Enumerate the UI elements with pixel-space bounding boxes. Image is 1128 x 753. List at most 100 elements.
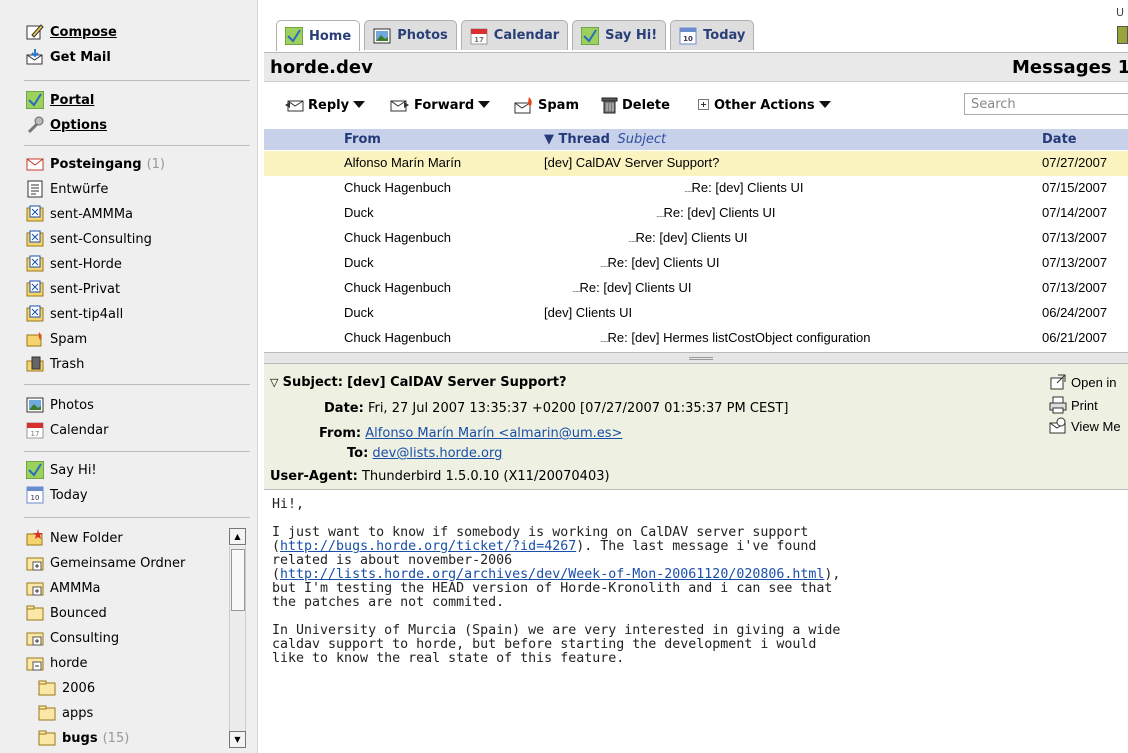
folder-sent-consulting[interactable]: sent-Consulting: [26, 229, 152, 249]
thread-indent-marker: .....: [656, 209, 664, 219]
compose-link[interactable]: Compose: [26, 22, 117, 42]
tab-home[interactable]: Home: [276, 20, 361, 51]
body-line: caldav support to horde, but before star…: [272, 637, 817, 652]
calendar-icon: 17: [470, 27, 488, 45]
get-mail-link[interactable]: Get Mail: [26, 47, 111, 67]
folder-icon: [38, 729, 56, 747]
scroll-thumb[interactable]: [231, 549, 245, 611]
tab-calendar[interactable]: 17 Calendar: [460, 20, 569, 50]
pane-splitter[interactable]: [264, 352, 1128, 364]
app-calendar[interactable]: 17 Calendar: [26, 420, 108, 440]
message-subject: [dev] Clients UI: [544, 305, 632, 320]
folder-entwurfe[interactable]: Entwürfe: [26, 179, 108, 199]
tab-today[interactable]: 10 Today: [670, 20, 755, 50]
options-link[interactable]: Options: [26, 115, 107, 135]
message-row[interactable]: Duck [dev] Clients UI 06/24/2007: [264, 301, 1128, 326]
tree-gemeinsame-ordner[interactable]: Gemeinsame Ordner: [26, 553, 185, 573]
thread-indent-marker: .....: [572, 284, 580, 294]
message-row[interactable]: Chuck Hagenbuch .....Re: [dev] Clients UI…: [264, 276, 1128, 301]
folder-scrollbar[interactable]: ▲ ▼: [229, 528, 246, 748]
delete-button[interactable]: Delete: [600, 94, 670, 116]
folder-icon: [26, 604, 44, 622]
folder-icon: [38, 704, 56, 722]
message-subject-text: [dev] Clients UI: [544, 305, 633, 320]
spam-button[interactable]: Spam: [514, 94, 579, 116]
forward-button[interactable]: Forward: [390, 94, 491, 116]
search-input[interactable]: [964, 93, 1128, 115]
folder-sent-horde[interactable]: sent-Horde: [26, 254, 122, 274]
sent-folder-icon: [26, 280, 44, 298]
sort-desc-icon: ▼: [544, 132, 554, 147]
tree-horde[interactable]: horde: [26, 653, 88, 673]
portal-link[interactable]: Portal: [26, 90, 94, 110]
collapse-toggle-icon[interactable]: ▽: [270, 376, 278, 389]
svg-text:10: 10: [31, 494, 40, 502]
tab-label: Calendar: [493, 28, 560, 43]
get-mail-label: Get Mail: [50, 49, 111, 65]
tree-ammma[interactable]: AMMMa: [26, 578, 101, 598]
tab-sayhi[interactable]: Say Hi!: [572, 20, 667, 50]
tree-consulting[interactable]: Consulting: [26, 628, 119, 648]
inbox-icon: [26, 155, 44, 173]
message-row[interactable]: Duck .....Re: [dev] Clients UI 07/13/2007: [264, 251, 1128, 276]
mailbox-title: horde.dev: [270, 57, 373, 78]
tree-2006[interactable]: 2006: [38, 678, 95, 698]
user-agent-value: Thunderbird 1.5.0.10 (X11/20070403): [361, 469, 610, 484]
to-label: To:: [347, 446, 369, 461]
folder-posteingang[interactable]: Posteingang (1): [26, 154, 165, 174]
message-subject-text: Re: [dev] Clients UI: [663, 205, 776, 220]
message-row[interactable]: Chuck Hagenbuch .....Re: [dev] Hermes lis…: [264, 326, 1128, 351]
folder-sent-privat[interactable]: sent-Privat: [26, 279, 120, 299]
folder-label: sent-Privat: [50, 281, 121, 297]
expand-plus-icon: [698, 99, 710, 111]
chevron-down-icon: [353, 101, 366, 109]
folder-label: Entwürfe: [50, 181, 109, 197]
reply-button[interactable]: Reply: [284, 94, 366, 116]
message-row[interactable]: Chuck Hagenbuch .....Re: [dev] Clients UI…: [264, 226, 1128, 251]
app-photos[interactable]: Photos: [26, 395, 94, 415]
message-row[interactable]: Duck .....Re: [dev] Clients UI 07/14/2007: [264, 201, 1128, 226]
view-message-action[interactable]: View Me: [1049, 417, 1121, 435]
tree-apps[interactable]: apps: [38, 703, 93, 723]
ticket-link[interactable]: http://bugs.horde.org/ticket/?id=4267: [280, 539, 576, 554]
tree-bounced[interactable]: Bounced: [26, 603, 107, 623]
column-date[interactable]: Date: [1042, 132, 1077, 147]
print-action[interactable]: Print: [1049, 396, 1098, 414]
app-sayhi[interactable]: Say Hi!: [26, 460, 97, 480]
chevron-down-icon: [818, 101, 831, 109]
message-subject: .....Re: [dev] Clients UI: [600, 255, 720, 270]
splitter-grip[interactable]: [689, 357, 713, 360]
sidebar-divider: [24, 384, 250, 385]
tree-bugs[interactable]: bugs (15): [38, 728, 129, 748]
user-agent-label: User-Agent:: [270, 469, 358, 484]
sidebar-divider: [24, 517, 250, 518]
tab-photos[interactable]: Photos: [364, 20, 457, 50]
app-today[interactable]: 10 Today: [26, 485, 88, 505]
other-actions-button[interactable]: Other Actions: [698, 94, 831, 116]
folder-sent-ammma[interactable]: sent-AMMMa: [26, 204, 133, 224]
thread-indent-marker: .....: [600, 259, 608, 269]
open-in-window-action[interactable]: Open in: [1049, 373, 1117, 391]
portal-label: Portal: [50, 92, 95, 108]
column-subject-label[interactable]: Subject: [618, 132, 667, 147]
folder-sent-tip4all[interactable]: sent-tip4all: [26, 304, 123, 324]
scroll-up-button[interactable]: ▲: [229, 528, 246, 545]
column-thread[interactable]: ▼ Thread Subject: [544, 132, 666, 147]
folder-spam[interactable]: Spam: [26, 329, 87, 349]
unread-count: (15): [102, 730, 130, 746]
message-date: 07/15/2007: [1042, 180, 1108, 195]
folder-trash[interactable]: Trash: [26, 354, 84, 374]
tree-new-folder[interactable]: New Folder: [26, 528, 123, 548]
from-link[interactable]: Alfonso Marín Marín <almarin@um.es>: [365, 426, 622, 441]
message-row[interactable]: Alfonso Marín Marín [dev] CalDAV Server S…: [264, 151, 1128, 176]
message-row[interactable]: Chuck Hagenbuch .....Re: [dev] Clients UI…: [264, 176, 1128, 201]
archive-link[interactable]: http://lists.horde.org/archives/dev/Week…: [280, 567, 824, 582]
sidebar-divider: [24, 145, 250, 146]
body-line: like to know the real state of this feat…: [272, 651, 625, 666]
scroll-track[interactable]: [229, 546, 246, 731]
column-from[interactable]: From: [344, 132, 381, 147]
compose-icon: [26, 23, 44, 41]
folder-label: Spam: [50, 331, 88, 347]
to-link[interactable]: dev@lists.horde.org: [372, 446, 502, 461]
scroll-down-button[interactable]: ▼: [229, 731, 246, 748]
